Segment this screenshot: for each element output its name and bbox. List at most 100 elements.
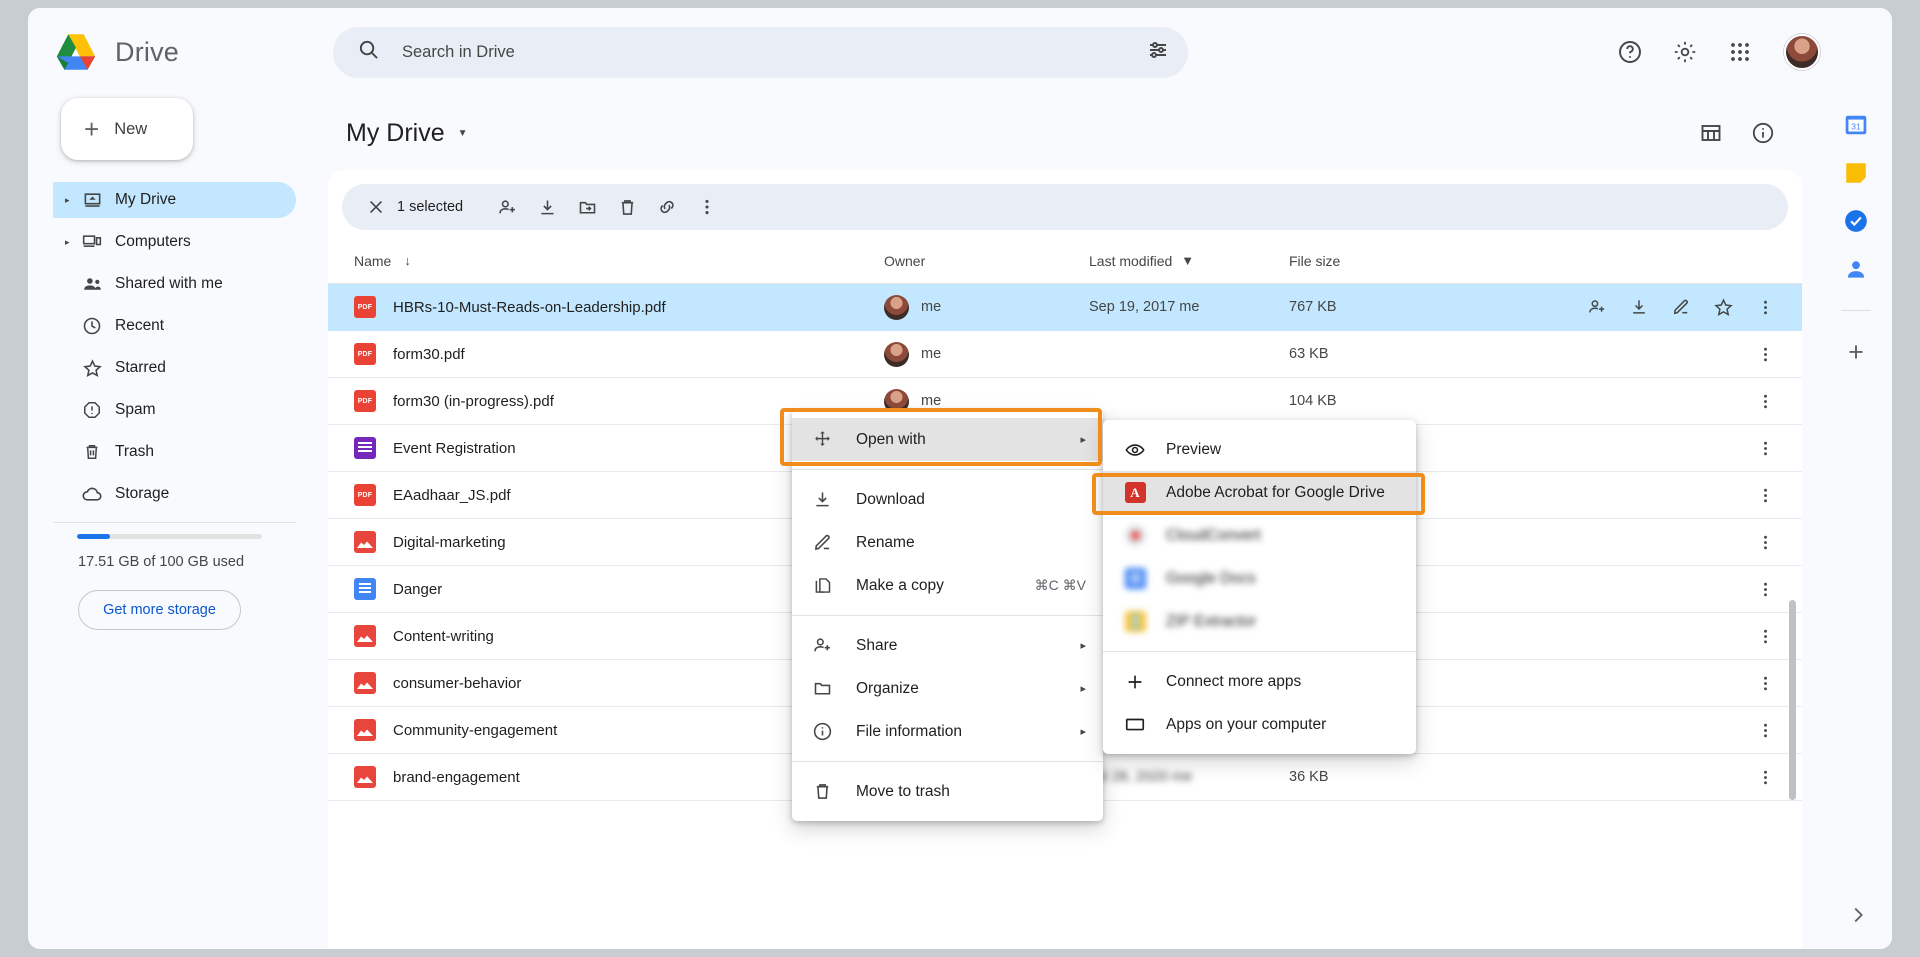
row-more-options-icon[interactable] (1754, 672, 1776, 694)
sidebar-item-computers[interactable]: ▸ Computers (53, 224, 296, 260)
table-row[interactable]: form30.pdfme63 KB (328, 331, 1802, 378)
submenu-item-apps-on-your-computer[interactable]: Apps on your computer (1103, 703, 1416, 746)
close-selection-icon[interactable] (359, 190, 393, 224)
monitor-icon (1122, 714, 1148, 736)
menu-item-rename[interactable]: Rename (792, 521, 1103, 564)
new-button[interactable]: + New (61, 98, 193, 160)
details-info-icon[interactable] (1750, 120, 1776, 146)
menu-divider (792, 615, 1103, 616)
chevron-right-icon[interactable]: ▸ (65, 238, 78, 247)
search-box[interactable] (333, 27, 1188, 78)
open-with-icon (812, 429, 838, 450)
column-header-last-modified[interactable]: Last modified ▼ (1089, 253, 1289, 269)
copy-link-icon[interactable] (647, 190, 687, 224)
submenu-item-connect-more-apps[interactable]: Connect more apps (1103, 660, 1416, 703)
menu-item-share[interactable]: Share ▸ (792, 624, 1103, 667)
apps-grid-icon[interactable] (1723, 35, 1757, 69)
plus-icon (1122, 671, 1148, 693)
sidebar-item-recent[interactable]: Recent (53, 308, 296, 344)
download-icon[interactable] (1628, 296, 1650, 318)
chevron-down-icon[interactable]: ▼ (1181, 253, 1194, 268)
row-more-options-icon[interactable] (1754, 625, 1776, 647)
menu-item-organize[interactable]: Organize ▸ (792, 667, 1103, 710)
get-more-storage-button[interactable]: Get more storage (78, 590, 241, 630)
submenu-item-adobe-acrobat[interactable]: Adobe Acrobat for Google Drive (1103, 471, 1416, 514)
submenu-item-google-docs[interactable]: Google Docs (1103, 557, 1416, 600)
submenu-item-preview[interactable]: Preview (1103, 428, 1416, 471)
sidebar-item-trash[interactable]: Trash (53, 434, 296, 470)
row-more-options-icon[interactable] (1754, 296, 1776, 318)
sidebar-item-my-drive[interactable]: ▸ My Drive (53, 182, 296, 218)
menu-divider (792, 469, 1103, 470)
contacts-icon[interactable] (1843, 256, 1869, 282)
vertical-scrollbar[interactable] (1789, 600, 1796, 800)
row-more-options-icon[interactable] (1754, 766, 1776, 788)
chevron-right-icon: ▸ (1080, 433, 1086, 446)
column-header-owner[interactable]: Owner (884, 253, 1089, 269)
menu-item-download[interactable]: Download (792, 478, 1103, 521)
add-addon-icon[interactable]: + (1848, 339, 1864, 366)
download-icon[interactable] (527, 190, 567, 224)
share-icon (812, 635, 838, 656)
row-more-options-icon[interactable] (1754, 578, 1776, 600)
page-title: My Drive (346, 119, 445, 148)
row-actions (1754, 672, 1776, 694)
column-header-name[interactable]: Name ↓ (354, 253, 884, 269)
row-actions (1754, 390, 1776, 412)
row-more-options-icon[interactable] (1754, 484, 1776, 506)
sidebar-item-starred[interactable]: Starred (53, 350, 296, 386)
menu-item-make-a-copy[interactable]: Make a copy ⌘C ⌘V (792, 564, 1103, 607)
file-name-cell: form30 (in-progress).pdf (354, 390, 884, 412)
sort-ascending-icon[interactable]: ↓ (404, 253, 411, 268)
move-to-folder-icon[interactable] (567, 190, 607, 224)
view-actions (1698, 120, 1802, 146)
main-title-row: My Drive ▼ (328, 96, 1802, 170)
share-icon[interactable] (487, 190, 527, 224)
chevron-right-icon: ▸ (1080, 682, 1086, 695)
sidebar-item-storage[interactable]: Storage (53, 476, 296, 512)
submenu-item-cloudconvert[interactable]: CloudConvert (1103, 514, 1416, 557)
grid-view-icon[interactable] (1698, 120, 1724, 146)
row-actions (1754, 625, 1776, 647)
help-icon[interactable] (1613, 35, 1647, 69)
gear-icon[interactable] (1668, 35, 1702, 69)
menu-item-open-with[interactable]: Open with ▸ (792, 418, 1103, 461)
menu-item-label: Open with (856, 431, 926, 449)
calendar-icon[interactable]: 31 (1843, 112, 1869, 138)
avatar (884, 295, 909, 320)
trash-icon[interactable] (607, 190, 647, 224)
menu-item-label: Make a copy (856, 577, 944, 595)
menu-item-file-information[interactable]: File information ▸ (792, 710, 1103, 753)
menu-item-move-to-trash[interactable]: Move to trash (792, 770, 1103, 813)
row-more-options-icon[interactable] (1754, 437, 1776, 459)
star-icon[interactable] (1712, 296, 1734, 318)
row-more-options-icon[interactable] (1754, 343, 1776, 365)
more-options-icon[interactable] (687, 190, 727, 224)
column-header-file-size[interactable]: File size (1289, 253, 1772, 269)
chevron-down-icon[interactable]: ▼ (458, 128, 468, 139)
sidebar-item-spam[interactable]: Spam (53, 392, 296, 428)
expand-panel-icon[interactable] (1842, 899, 1874, 931)
file-name: Danger (393, 581, 442, 598)
sidebar-item-label: Trash (115, 443, 154, 461)
keep-icon[interactable] (1843, 160, 1869, 186)
row-actions (1754, 719, 1776, 741)
table-row[interactable]: HBRs-10-Must-Reads-on-Leadership.pdfmeSe… (328, 284, 1802, 331)
submenu-item-zip-extractor[interactable]: ZIP Extractor (1103, 600, 1416, 643)
row-more-options-icon[interactable] (1754, 719, 1776, 741)
chevron-right-icon[interactable]: ▸ (65, 196, 78, 205)
clock-icon (78, 316, 106, 336)
top-bar: Drive (28, 8, 1892, 96)
eye-icon (1122, 439, 1148, 461)
row-more-options-icon[interactable] (1754, 390, 1776, 412)
search-input[interactable] (402, 43, 1146, 62)
row-more-options-icon[interactable] (1754, 531, 1776, 553)
tasks-icon[interactable] (1843, 208, 1869, 234)
pdf-file-icon (354, 484, 376, 506)
drive-brand[interactable]: Drive (28, 32, 328, 73)
search-filter-icon[interactable] (1146, 38, 1170, 67)
sidebar-item-shared-with-me[interactable]: Shared with me (53, 266, 296, 302)
avatar[interactable] (1784, 34, 1820, 70)
share-icon[interactable] (1586, 296, 1608, 318)
rename-icon[interactable] (1670, 296, 1692, 318)
